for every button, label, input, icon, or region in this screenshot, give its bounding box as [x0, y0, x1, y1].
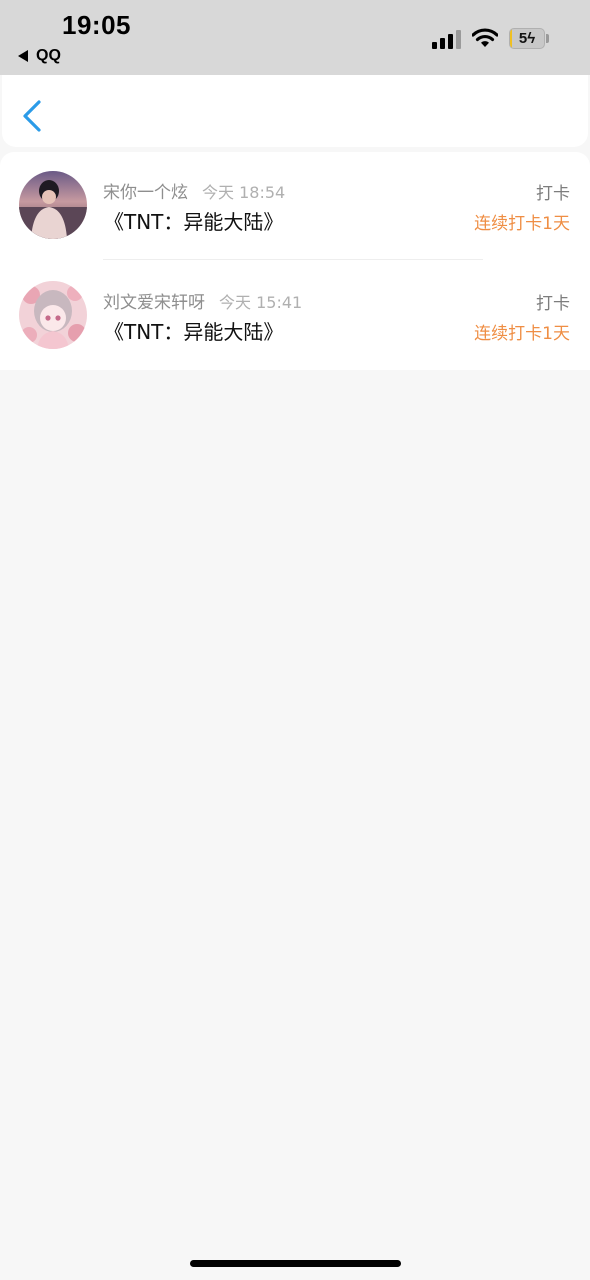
list-item[interactable]: 宋你一个炫 今天 18:54 《TNT：异能大陆》 打卡 连续打卡1天 [0, 152, 590, 260]
divider [103, 259, 483, 260]
checkin-title: 《TNT：异能大陆》 [104, 210, 284, 234]
battery-level: 5 [518, 30, 528, 47]
checkin-list: 宋你一个炫 今天 18:54 《TNT：异能大陆》 打卡 连续打卡1天 刘文爱宋轩… [0, 152, 590, 370]
battery-cap [546, 34, 549, 43]
status-time: 19:05 [62, 10, 131, 40]
back-triangle-icon [18, 50, 28, 62]
checkin-action: 打卡 [536, 294, 570, 314]
battery-icon: 5ϟ [509, 28, 545, 49]
charging-bolt-icon: ϟ [527, 30, 536, 47]
list-item[interactable]: 刘文爱宋轩呀 今天 15:41 《TNT：异能大陆》 打卡 连续打卡1天 [0, 262, 590, 366]
checkin-meta: 刘文爱宋轩呀 今天 15:41 [103, 288, 302, 313]
streak-label: 连续打卡1天 [474, 324, 570, 344]
cellular-signal-icon [432, 30, 462, 49]
return-app-label: QQ [36, 47, 61, 64]
avatar [19, 281, 87, 349]
checkin-time: 今天 15:41 [219, 293, 303, 312]
streak-label: 连续打卡1天 [474, 214, 570, 234]
checkin-time: 今天 18:54 [202, 183, 286, 202]
chevron-left-icon[interactable] [16, 99, 46, 133]
nav-header [2, 75, 588, 147]
home-indicator [190, 1260, 401, 1267]
avatar [19, 171, 87, 239]
status-bar: 19:05 QQ 5ϟ [0, 0, 590, 75]
checkin-action: 打卡 [536, 184, 570, 204]
user-name: 宋你一个炫 [103, 183, 188, 203]
user-name: 刘文爱宋轩呀 [103, 293, 205, 313]
checkin-meta: 宋你一个炫 今天 18:54 [103, 178, 285, 203]
checkin-title: 《TNT：异能大陆》 [104, 320, 284, 344]
return-to-app-link[interactable]: QQ [18, 47, 61, 65]
wifi-icon [472, 28, 498, 47]
